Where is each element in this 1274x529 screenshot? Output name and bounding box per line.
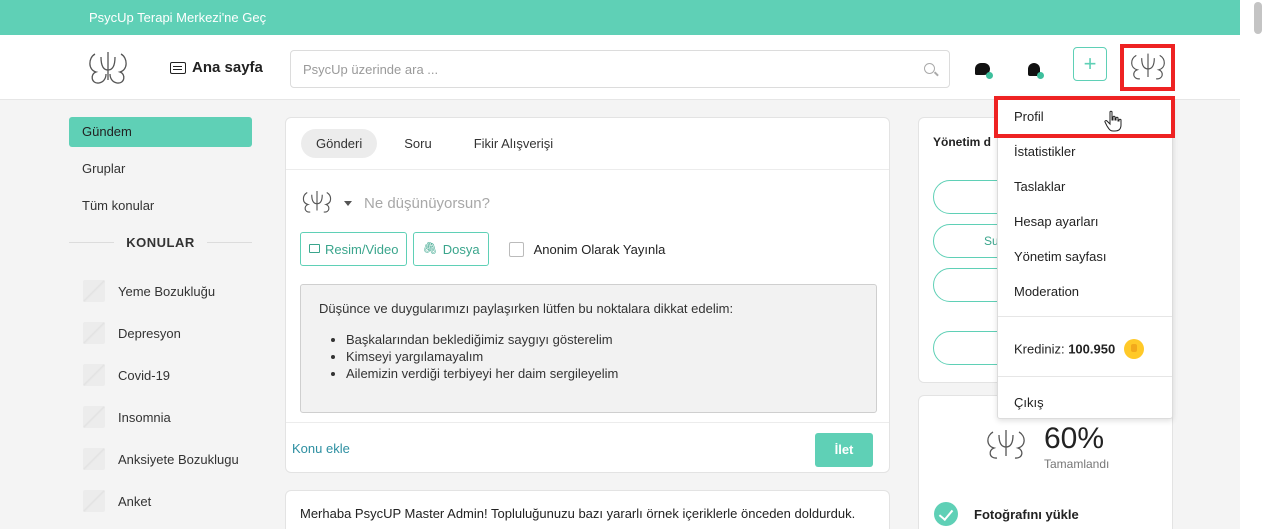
chevron-down-icon[interactable] xyxy=(344,200,352,206)
topic-label: Covid-19 xyxy=(118,367,171,383)
media-button[interactable]: Resim/Video xyxy=(300,232,408,266)
media-button-label: Resim/Video xyxy=(325,242,399,257)
topic-label: Anksiyete Bozuklugu xyxy=(118,451,239,467)
menu-item-moderation[interactable]: Moderation xyxy=(1014,284,1079,299)
status-dot xyxy=(1037,72,1044,79)
image-icon xyxy=(309,244,320,253)
profil-highlight xyxy=(994,96,1175,138)
file-button[interactable]: 🖇 Dosya xyxy=(413,232,489,266)
compose-placeholder[interactable]: Ne düşünüyorsun? xyxy=(364,195,490,212)
menu-item-istatistikler[interactable]: İstatistikler xyxy=(1014,144,1075,159)
scrollbar-thumb[interactable] xyxy=(1254,2,1262,34)
sidebar-item-tum-konular[interactable]: Tüm konular xyxy=(69,191,252,221)
profile-dropdown-menu: Profil İstatistikler Taslaklar Hesap aya… xyxy=(997,96,1173,419)
posting-guidelines: Düşünce ve duygularımızı paylaşırken lüt… xyxy=(300,284,877,413)
sidebar-item-gruplar[interactable]: Gruplar xyxy=(69,154,252,184)
status-dot xyxy=(986,72,993,79)
anonymous-label: Anonim Olarak Yayınla xyxy=(533,241,666,257)
topic-item[interactable]: Depresyon xyxy=(69,312,252,354)
profile-avatar-button[interactable] xyxy=(1120,44,1175,91)
menu-item-cikis[interactable]: Çıkış xyxy=(1014,395,1044,410)
guideline-item: Ailemizin verdiği terbiyeyi her daim ser… xyxy=(346,365,858,382)
guideline-item: Başkalarından beklediğimiz saygıyı göste… xyxy=(346,331,858,348)
user-avatar-icon xyxy=(302,191,332,213)
menu-divider xyxy=(998,316,1172,317)
topic-label: Depresyon xyxy=(118,325,181,341)
topic-label: Anket xyxy=(118,493,152,509)
admin-card-title: Yönetim d xyxy=(933,135,992,149)
welcome-post: Merhaba PsycUP Master Admin! Topluluğunu… xyxy=(285,490,890,529)
topic-item[interactable]: Insomnia xyxy=(69,396,252,438)
send-button[interactable]: İlet xyxy=(815,433,873,467)
add-topic-link[interactable]: Konu ekle xyxy=(292,441,350,456)
tab-soru[interactable]: Soru xyxy=(389,129,446,158)
credit-value: 100.950 xyxy=(1068,341,1116,357)
paperclip-icon: 🖇 xyxy=(422,241,438,255)
topic-item[interactable]: Anket xyxy=(69,480,252,522)
progress-percent: 60% xyxy=(1044,422,1105,455)
anonymous-toggle[interactable]: Anonim Olarak Yayınla xyxy=(508,241,666,257)
welcome-post-text: Merhaba PsycUP Master Admin! Topluluğunu… xyxy=(300,506,856,521)
sidebar-item-gundem[interactable]: Gündem xyxy=(69,117,252,147)
check-circle-icon xyxy=(934,502,958,526)
menu-divider xyxy=(998,376,1172,377)
home-label: Ana sayfa xyxy=(192,59,263,76)
therapy-center-link[interactable]: PsycUp Terapi Merkezi'ne Geç xyxy=(89,10,266,25)
menu-item-yonetim-sayfasi[interactable]: Yönetim sayfası xyxy=(1014,249,1107,264)
topic-thumbnail xyxy=(83,406,105,428)
scrollbar-track xyxy=(1240,0,1274,529)
topic-thumbnail xyxy=(83,364,105,386)
topic-thumbnail xyxy=(83,490,105,512)
credit-label: Krediniz: xyxy=(1014,341,1065,357)
topic-item[interactable]: Yeme Bozukluğu xyxy=(69,270,252,312)
notifications-button[interactable] xyxy=(1026,63,1044,79)
composer-tabs: Gönderi Soru Fikir Alışverişi xyxy=(286,118,889,170)
progress-label: Tamamlandı xyxy=(1044,457,1110,471)
home-link[interactable]: Ana sayfa xyxy=(170,59,263,76)
post-composer: Gönderi Soru Fikir Alışverişi Ne düşünüy… xyxy=(285,117,890,473)
guideline-item: Kimseyi yargılamayalım xyxy=(346,348,858,365)
avatar-logo-icon xyxy=(1131,53,1165,80)
topic-thumbnail xyxy=(83,280,105,302)
divider xyxy=(69,242,115,243)
topics-heading-row: KONULAR xyxy=(69,235,252,250)
menu-item-taslaklar[interactable]: Taslaklar xyxy=(1014,179,1065,194)
coin-icon xyxy=(1123,339,1144,359)
topic-item[interactable]: Anksiyete Bozuklugu xyxy=(69,438,252,480)
header: Ana sayfa + xyxy=(0,35,1240,100)
tab-gonderi[interactable]: Gönderi xyxy=(301,129,378,158)
psycup-logo[interactable] xyxy=(86,46,130,90)
topic-item[interactable]: Covid-19 xyxy=(69,354,252,396)
topic-label: Yeme Bozukluğu xyxy=(118,283,216,299)
newspaper-icon xyxy=(170,61,186,74)
anonymous-checkbox[interactable] xyxy=(508,241,524,257)
task-upload-photo[interactable]: Fotoğrafını yükle xyxy=(934,502,1079,526)
attachment-row: Resim/Video 🖇 Dosya Anonim Olarak Yayınl… xyxy=(300,232,665,266)
divider xyxy=(206,242,252,243)
file-button-label: Dosya xyxy=(442,242,480,257)
create-button[interactable]: + xyxy=(1073,47,1107,81)
topic-thumbnail xyxy=(83,448,105,470)
topic-thumbnail xyxy=(83,322,105,344)
topics-heading: KONULAR xyxy=(126,235,195,250)
task-label: Fotoğrafını yükle xyxy=(974,506,1079,522)
menu-item-hesap-ayarlari[interactable]: Hesap ayarları xyxy=(1014,214,1099,229)
tab-fikir-alisverisi[interactable]: Fikir Alışverişi xyxy=(459,129,568,158)
guidelines-intro: Düşünce ve duygularımızı paylaşırken lüt… xyxy=(319,301,734,316)
top-banner[interactable]: PsycUp Terapi Merkezi'ne Geç xyxy=(0,0,1240,35)
messages-button[interactable] xyxy=(975,63,993,79)
topic-label: Insomnia xyxy=(118,409,171,425)
composer-footer: Konu ekle İlet xyxy=(286,422,889,472)
hand-cursor-icon xyxy=(1104,110,1122,132)
search-input[interactable] xyxy=(303,52,903,86)
progress-logo-icon xyxy=(987,430,1025,459)
left-sidebar: Gündem Gruplar Tüm konular KONULAR Yeme … xyxy=(69,117,252,522)
search-box[interactable] xyxy=(290,50,950,88)
guidelines-list: Başkalarından beklediğimiz saygıyı göste… xyxy=(319,331,858,382)
compose-input-row[interactable]: Ne düşünüyorsun? xyxy=(300,188,490,218)
credit-display: Krediniz: 100.950 xyxy=(1014,339,1144,360)
search-icon[interactable] xyxy=(924,63,935,74)
